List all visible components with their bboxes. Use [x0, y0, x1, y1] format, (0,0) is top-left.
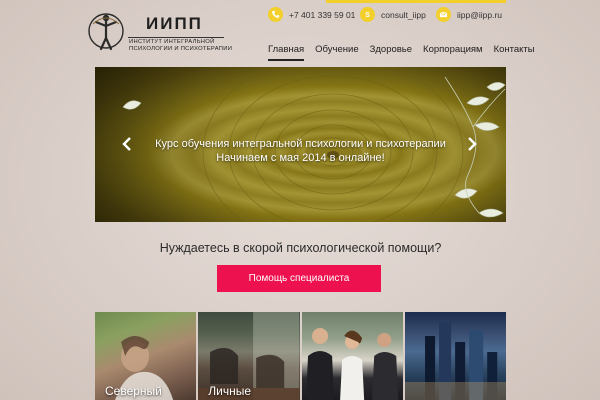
- logo-subtitle-line1: ИНСТИТУТ ИНТЕГРАЛЬНОЙ: [129, 39, 215, 45]
- svg-text:S: S: [365, 10, 370, 19]
- tile-north-label: Северный: [105, 384, 162, 398]
- nav-item-contacts[interactable]: Контакты: [494, 44, 535, 61]
- logo-title: ИИПП: [146, 14, 203, 33]
- logo-figure-icon: [88, 13, 124, 51]
- hero-caption-line2: Начинаем с мая 2014 в онлайне!: [216, 152, 385, 164]
- top-accent-line: [326, 0, 506, 3]
- contact-phone[interactable]: +7 401 339 59 01: [268, 7, 355, 22]
- nav-item-home[interactable]: Главная: [268, 44, 305, 61]
- chevron-right-icon: [468, 137, 477, 151]
- hero-caption-line1: Курс обучения интегральной психологии и …: [155, 138, 446, 150]
- logo-subtitle: ИНСТИТУТ ИНТЕГРАЛЬНОЙ ПСИХОЛОГИИ И ПСИХО…: [129, 39, 233, 53]
- chevron-left-icon: [122, 137, 131, 151]
- service-tiles: Северный Личные: [95, 312, 506, 400]
- logo-divider: [128, 37, 224, 38]
- tile-north[interactable]: Северный: [95, 312, 197, 400]
- mail-icon: [436, 7, 451, 22]
- hero-slider: Курс обучения интегральной психологии и …: [95, 67, 506, 222]
- specialist-help-button[interactable]: Помощь специалиста: [217, 265, 381, 292]
- phone-number: +7 401 339 59 01: [289, 9, 356, 20]
- slider-prev-button[interactable]: [120, 135, 134, 153]
- tile-people[interactable]: [301, 312, 403, 400]
- skype-handle: consult_iipp: [381, 9, 426, 20]
- nav-item-education[interactable]: Обучение: [315, 44, 358, 61]
- nav-item-health[interactable]: Здоровье: [370, 44, 412, 61]
- tile-personal[interactable]: Личные: [198, 312, 300, 400]
- logo-subtitle-line2: ПСИХОЛОГИИ И ПСИХОТЕРАПИИ: [129, 46, 233, 52]
- tile-personal-label: Личные: [208, 384, 252, 398]
- main-nav: Главная Обучение Здоровье Корпорациям Ко…: [268, 44, 535, 61]
- help-question: Нуждаетесь в скорой психологической помо…: [159, 241, 442, 255]
- tile-city[interactable]: [404, 312, 506, 400]
- contact-skype[interactable]: S consult_iipp: [360, 7, 426, 22]
- slider-next-button[interactable]: [465, 135, 479, 153]
- site-logo[interactable]: ИИПП ИНСТИТУТ ИНТЕГРАЛЬНОЙ ПСИХОЛОГИИ И …: [88, 8, 232, 56]
- contact-email[interactable]: iipp@iipp.ru: [436, 7, 502, 22]
- tile-people-image: [305, 328, 398, 400]
- skype-icon: S: [360, 7, 375, 22]
- hero-caption: Курс обучения интегральной психологии и …: [95, 137, 506, 165]
- email-address: iipp@iipp.ru: [457, 9, 503, 20]
- nav-item-corporate[interactable]: Корпорациям: [423, 44, 483, 61]
- phone-icon: [268, 7, 283, 22]
- tile-city-image: [404, 322, 506, 400]
